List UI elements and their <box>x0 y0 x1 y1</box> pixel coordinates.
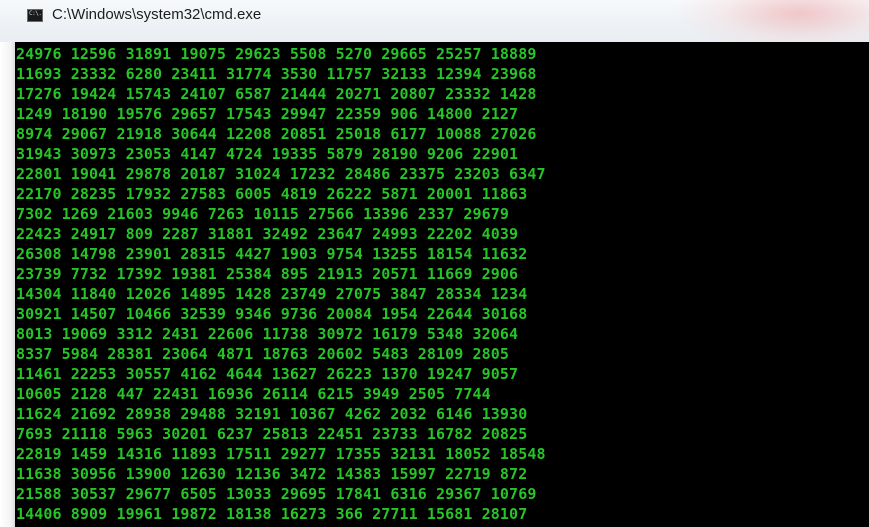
console-line: 7302 1269 21603 9946 7263 10115 27566 13… <box>16 205 510 223</box>
console-line: 17276 19424 15743 24107 6587 21444 20271… <box>16 85 537 103</box>
console-line: 10605 2128 447 22431 16936 26114 6215 39… <box>16 385 491 403</box>
console-line: 30921 14507 10466 32539 9346 9736 20084 … <box>16 305 528 323</box>
console-line: 11624 21692 28938 29488 32191 10367 4262… <box>16 405 528 423</box>
console-line: 26308 14798 23901 28315 4427 1903 9754 1… <box>16 245 528 263</box>
console-line: 31943 30973 23053 4147 4724 19335 5879 2… <box>16 145 519 163</box>
console-line: 22423 24917 809 2287 31881 32492 23647 2… <box>16 225 519 243</box>
console-line: 1249 18190 19576 29657 17543 29947 22359… <box>16 105 519 123</box>
cmd-icon[interactable]: C:\. <box>27 9 43 22</box>
console-line: 24976 12596 31891 19075 29623 5508 5270 … <box>16 45 537 63</box>
console-line: 8974 29067 21918 30644 12208 20851 25018… <box>16 125 537 143</box>
title-bar-glow <box>679 0 869 42</box>
cmd-window: C:\. C:\Windows\system32\cmd.exe 24976 1… <box>0 0 869 527</box>
cmd-icon-text: C:\. <box>29 10 42 17</box>
console-line: 22170 28235 17932 27583 6005 4819 26222 … <box>16 185 528 203</box>
window-frame-left <box>0 42 15 527</box>
console-output[interactable]: 24976 12596 31891 19075 29623 5508 5270 … <box>15 42 869 527</box>
console-line: 8337 5984 28381 23064 4871 18763 20602 5… <box>16 345 510 363</box>
title-bar[interactable]: C:\. C:\Windows\system32\cmd.exe <box>0 0 869 42</box>
console-line: 23739 7732 17392 19381 25384 895 21913 2… <box>16 265 519 283</box>
console-line: 22819 1459 14316 11893 17511 29277 17355… <box>16 445 546 463</box>
console-line: 22801 19041 29878 20187 31024 17232 2848… <box>16 165 546 183</box>
console-line: 14406 8909 19961 19872 18138 16273 366 2… <box>16 505 528 523</box>
console-line: 8013 19069 3312 2431 22606 11738 30972 1… <box>16 325 519 343</box>
console-line: 11638 30956 13900 12630 12136 3472 14383… <box>16 465 528 483</box>
window-title: C:\Windows\system32\cmd.exe <box>52 6 262 23</box>
console-line: 11693 23332 6280 23411 31774 3530 11757 … <box>16 65 537 83</box>
console-line: 7693 21118 5963 30201 6237 25813 22451 2… <box>16 425 528 443</box>
console-line: 14304 11840 12026 14895 1428 23749 27075… <box>16 285 528 303</box>
console-line: 11461 22253 30557 4162 4644 13627 26223 … <box>16 365 519 383</box>
console-line: 21588 30537 29677 6505 13033 29695 17841… <box>16 485 537 503</box>
